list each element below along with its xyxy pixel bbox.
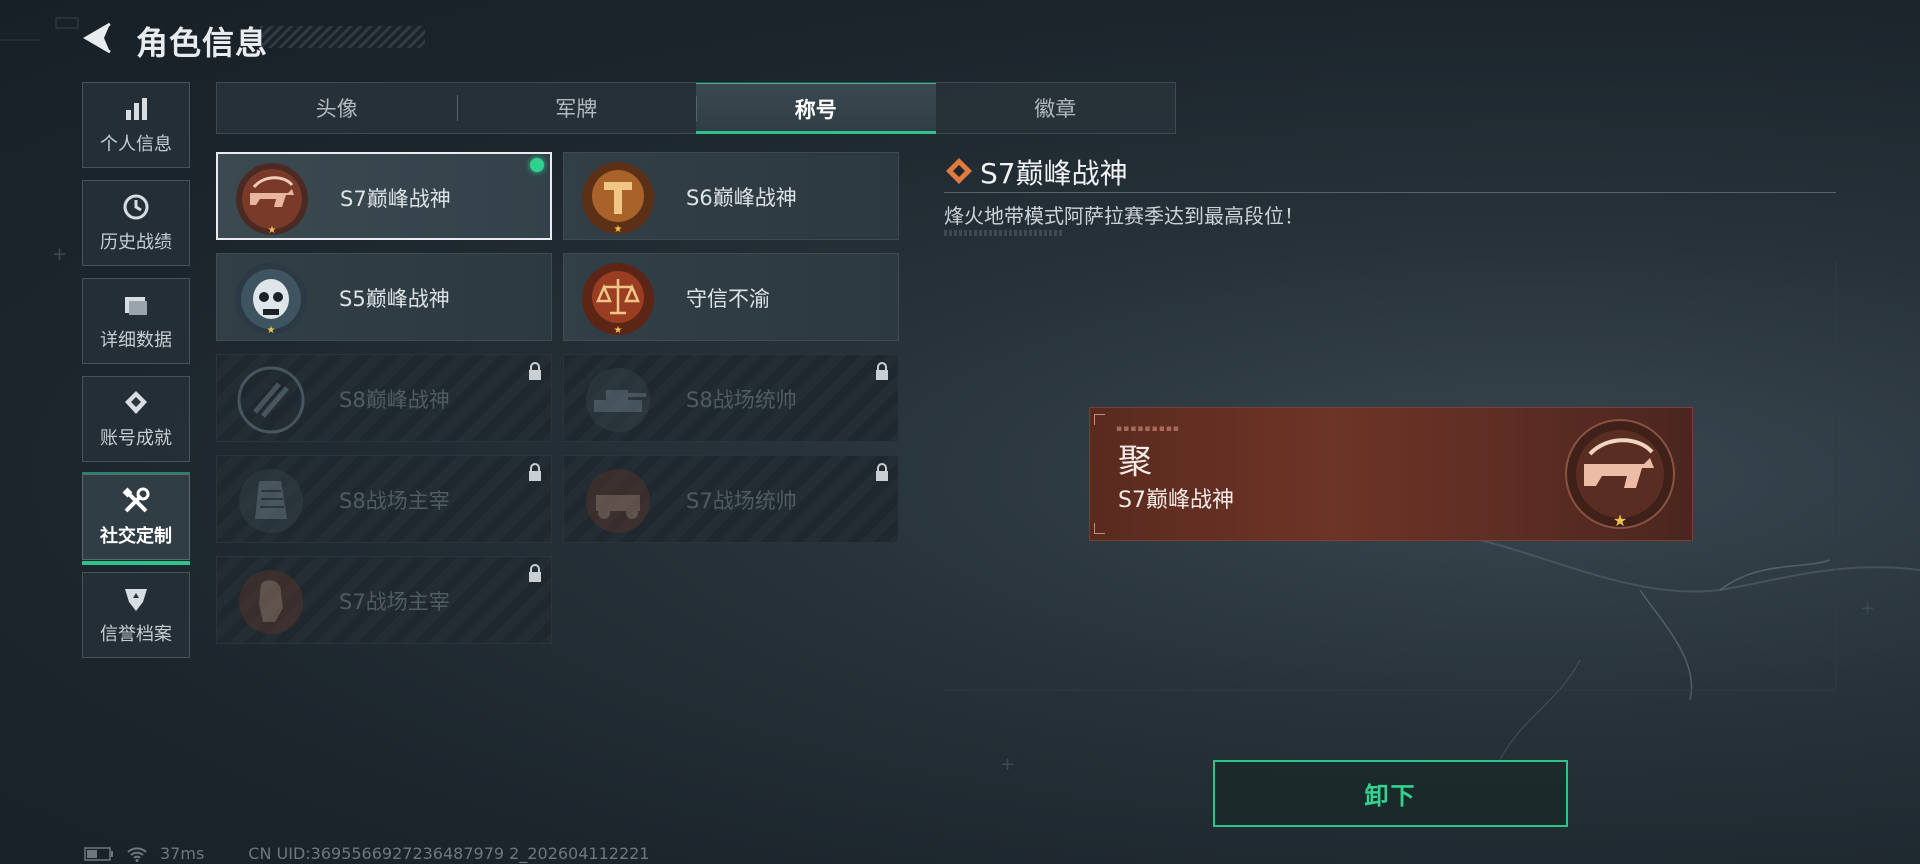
slash-emblem-icon [237,366,305,434]
sidebar-item-achievements[interactable]: 账号成就 [82,376,190,462]
title-name: S6巅峰战神 [686,186,797,210]
lock-icon [529,362,541,380]
tab-badge[interactable]: 徽章 [936,83,1176,133]
title-card-s8-commander[interactable]: S8战场统帅 [563,354,899,442]
lock-icon [876,362,888,380]
achievement-icon [125,391,147,414]
skull-emblem-icon: ★ [235,263,307,336]
ping-text: 37ms [160,844,205,863]
svg-text:★: ★ [268,225,277,236]
t-emblem-icon: ★ [582,162,654,235]
svg-text:★: ★ [1613,511,1627,530]
detail-decoration [944,230,1064,236]
lock-icon [876,463,888,481]
tank-emblem-icon [586,368,650,432]
title-name: S8战场主宰 [339,489,450,513]
title-card-keep-faith[interactable]: ★ 守信不渝 [563,253,899,341]
soldier-emblem-icon [239,570,303,634]
lock-icon [529,564,541,582]
title-name: S7巅峰战神 [340,187,451,211]
title-preview-card: ▪▪▪▪▪▪▪▪▪ 聚 S7巅峰战神 ★ [1090,408,1692,540]
title-name: 守信不渝 [686,287,770,311]
folder-icon [125,297,147,315]
sidebar-item-personal-info[interactable]: 个人信息 [82,82,190,168]
title-card-s7-peak[interactable]: ★ S7巅峰战神 [216,152,552,240]
wifi-icon [127,846,147,862]
title-card-s6-peak[interactable]: ★ S6巅峰战神 [563,152,899,240]
sidebar-item-label: 详细数据 [100,330,172,351]
uid-text: CN UID:3695566927236487979 2_20260411222… [248,844,650,863]
vehicle-emblem-icon [586,469,650,533]
battery-icon [84,846,113,861]
title-card-s7-commander[interactable]: S7战场统帅 [563,455,899,543]
title-name: S7战场统帅 [686,489,797,513]
preview-decoration: ▪▪▪▪▪▪▪▪▪ [1116,424,1180,434]
gun-emblem-icon: ★ [1565,419,1675,530]
sidebar-item-credit[interactable]: 信誉档案 [82,572,190,658]
credit-shield-icon [125,589,147,611]
title-card-s5-peak[interactable]: ★ S5巅峰战神 [216,253,552,341]
svg-text:★: ★ [614,224,623,235]
svg-text:★: ★ [614,325,623,336]
sidebar-item-history[interactable]: 历史战绩 [82,180,190,266]
preview-title-name: S7巅峰战神 [1118,488,1234,513]
sidebar-item-label: 历史战绩 [100,232,172,253]
tab-dogtag[interactable]: 军牌 [456,83,697,133]
sidebar-item-label: 账号成就 [100,428,172,449]
tower-emblem-icon [239,469,303,533]
svg-text:★: ★ [267,325,276,336]
title-name: S8巅峰战神 [339,388,450,412]
back-arrow-icon[interactable] [80,20,116,56]
tools-icon [122,487,150,513]
title-category-tabs: 头像 军牌 称号 徽章 [216,82,1176,134]
sidebar-item-label: 个人信息 [100,134,172,155]
title-diamond-icon [946,158,972,184]
sidebar-item-social-custom[interactable]: 社交定制 [82,472,190,565]
bar-chart-icon [126,98,147,120]
sidebar-item-details[interactable]: 详细数据 [82,278,190,364]
detail-title: S7巅峰战神 [980,157,1128,190]
title-name: S7战场主宰 [339,590,450,614]
unequip-button[interactable]: 卸下 [1213,760,1568,827]
tab-title[interactable]: 称号 [696,83,936,134]
title-decoration [260,26,425,48]
equipped-indicator [530,158,544,172]
lock-icon [529,463,541,481]
detail-description: 烽火地带模式阿萨拉赛季达到最高段位！ [944,204,1304,228]
sidebar-item-label: 社交定制 [100,526,172,547]
sidebar-item-label: 信誉档案 [100,624,172,645]
tab-avatar[interactable]: 头像 [217,83,457,133]
title-card-s7-dominator[interactable]: S7战场主宰 [216,556,552,644]
title-name: S8战场统帅 [686,388,797,412]
scales-emblem-icon: ★ [582,263,654,336]
title-name: S5巅峰战神 [339,287,450,311]
preview-glyph: 聚 [1118,442,1152,482]
detail-divider [944,192,1836,193]
title-card-s8-dominator[interactable]: S8战场主宰 [216,455,552,543]
status-bar: 37ms CN UID:3695566927236487979 2_202604… [84,844,649,863]
gun-emblem-icon: ★ [236,163,308,236]
title-card-s8-peak[interactable]: S8巅峰战神 [216,354,552,442]
history-icon [123,194,149,220]
page-title: 角色信息 [136,24,269,62]
